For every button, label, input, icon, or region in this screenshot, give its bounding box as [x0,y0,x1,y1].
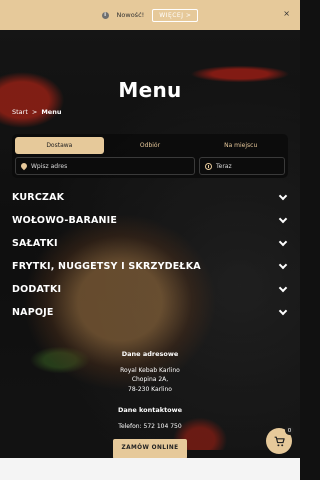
order-online-button[interactable]: ZAMÓW ONLINE [113,439,187,459]
chevron-down-icon [278,306,288,316]
contact-heading: Dane kontaktowe [117,406,183,414]
restaurant-name: Royal Kebab Karlino [120,366,180,374]
clock-icon [205,162,212,170]
category-label: FRYTKI, NUGGETSY I SKRZYDEŁKA [12,261,201,272]
map-pin-icon [19,161,29,171]
category-label: SAŁATKI [12,238,58,249]
address-placeholder: Wpisz adres [31,162,68,170]
phone-number[interactable]: Telefon: 572 104 750 [0,422,300,432]
category-napoje[interactable]: NAPOJE [12,301,290,324]
category-label: NAPOJE [12,307,54,318]
chevron-down-icon [278,283,288,293]
category-wolowo-baranie[interactable]: WOŁOWO-BARANIE [12,209,290,232]
category-list: KURCZAK WOŁOWO-BARANIE SAŁATKI FRYTKI, N… [12,186,290,324]
category-label: DODATKI [12,284,62,295]
category-salatki[interactable]: SAŁATKI [12,232,290,255]
info-icon: i [101,11,109,19]
chevron-down-icon [278,237,288,247]
category-label: WOŁOWO-BARANIE [12,215,118,226]
category-label: KURCZAK [12,192,65,203]
more-button[interactable]: WIĘCEJ > [152,8,199,22]
chevron-down-icon [278,214,288,224]
contact-section: Dane adresowe Royal Kebab Karlino Chopin… [0,350,300,459]
breadcrumb-current: Menu [41,108,62,116]
category-kurczak[interactable]: KURCZAK [12,186,290,209]
tab-pickup[interactable]: Odbiór [106,137,195,154]
breadcrumb: Start > Menu [12,108,61,116]
category-dodatki[interactable]: DODATKI [12,278,290,301]
tab-dine-in[interactable]: Na miejscu [196,137,285,154]
chevron-down-icon [278,191,288,201]
cart-count-badge: 0 [285,426,294,435]
bottom-strip [0,458,300,480]
tab-delivery[interactable]: Dostawa [15,137,104,154]
page-title: Menu [118,78,182,102]
order-type-tabs: Dostawa Odbiór Na miejscu [15,137,285,154]
category-frytki[interactable]: FRYTKI, NUGGETSY I SKRZYDEŁKA [12,255,290,278]
street-address: Chopina 2A, [131,376,169,383]
address-input[interactable]: Wpisz adres [15,157,195,175]
announcement-bar: i Nowość! WIĘCEJ > × [0,0,300,30]
chevron-down-icon [278,260,288,270]
time-select[interactable]: Teraz [199,157,285,175]
cart-icon [274,436,285,446]
announcement-text: Nowość! [116,11,145,19]
city-address: 78-230 Karlino [128,385,172,393]
close-icon[interactable]: × [283,9,290,18]
cart-button[interactable]: 0 [266,426,294,454]
time-value: Teraz [216,162,232,170]
order-panel: Dostawa Odbiór Na miejscu Wpisz adres Te… [12,134,288,178]
breadcrumb-home[interactable]: Start [12,108,28,116]
address-heading: Dane adresowe [121,350,179,358]
breadcrumb-separator: > [31,108,38,116]
